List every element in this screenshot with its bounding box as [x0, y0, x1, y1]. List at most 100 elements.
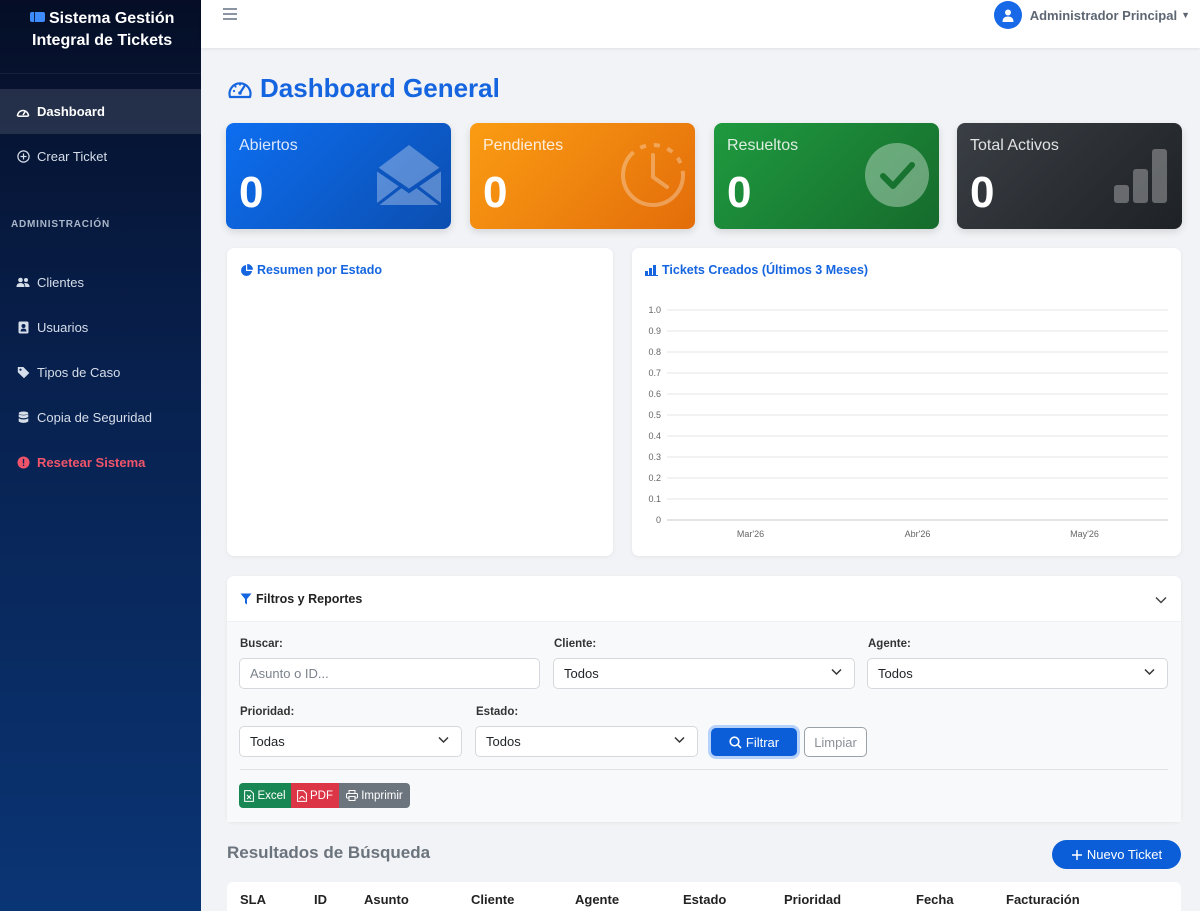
sidebar-item-label: Copia de Seguridad [37, 410, 152, 425]
sidebar-item-create-ticket[interactable]: Crear Ticket [0, 134, 201, 179]
sidebar-item-label: Tipos de Caso [37, 365, 121, 380]
column-header-asunto[interactable]: Asunto [364, 892, 409, 907]
stat-value: 0 [239, 168, 264, 217]
y-tick-label: 0.5 [648, 410, 661, 420]
stat-value: 0 [483, 168, 508, 217]
results-table-header: SLA ID Asunto Cliente Agente Estado Prio… [227, 882, 1181, 911]
search-icon [729, 735, 742, 749]
gauge-icon [228, 81, 252, 98]
user-card-icon [16, 321, 30, 335]
stat-label: Pendientes [483, 137, 564, 154]
tag-icon [16, 366, 30, 380]
sidebar: Sistema Gestión Integral de Tickets Dash… [0, 0, 201, 911]
stat-card-abiertos[interactable]: Abiertos 0 [226, 123, 451, 229]
user-name: Administrador Principal [1029, 7, 1178, 23]
bar-chart-icon [1106, 141, 1174, 214]
sidebar-item-dashboard[interactable]: Dashboard [0, 89, 201, 134]
alert-circle-icon [16, 456, 30, 470]
column-header-id[interactable]: ID [314, 892, 327, 907]
x-tick-label: Mar'26 [737, 529, 764, 539]
print-button[interactable]: Imprimir [339, 783, 410, 808]
y-tick-label: 0.4 [648, 431, 661, 441]
plus-icon [1071, 849, 1082, 860]
y-tick-label: 0.2 [648, 473, 661, 483]
filter-button[interactable]: Filtrar [711, 728, 797, 756]
check-circle-icon [863, 141, 931, 214]
brand-line2: Integral de Tickets [32, 32, 173, 49]
user-menu[interactable]: Administrador Principal ▼ [993, 1, 1190, 29]
database-icon [16, 411, 30, 425]
y-tick-label: 0.7 [648, 368, 661, 378]
page-title-text: Dashboard General [260, 73, 500, 103]
file-pdf-icon [297, 789, 307, 802]
menu-toggle-icon[interactable] [223, 8, 237, 20]
page-title: Dashboard General [227, 73, 500, 104]
sidebar-item-tipos-de-caso[interactable]: Tipos de Caso [0, 350, 201, 395]
chevron-down-icon[interactable] [1155, 591, 1167, 609]
clear-button[interactable]: Limpiar [804, 727, 867, 757]
chevron-down-icon [438, 736, 449, 744]
stat-value: 0 [970, 168, 995, 217]
status-summary-panel: Resumen por Estado [227, 248, 613, 556]
export-excel-button[interactable]: Excel [239, 783, 291, 808]
chevron-down-icon [674, 736, 685, 744]
export-pdf-button[interactable]: PDF [291, 783, 339, 808]
panel-title: Resumen por Estado [240, 263, 382, 277]
sidebar-item-copia-de-seguridad[interactable]: Copia de Seguridad [0, 395, 201, 440]
client-label: Cliente: [554, 638, 597, 650]
chevron-down-icon [1144, 668, 1155, 676]
results-title: Resultados de Búsqueda [227, 843, 431, 862]
stat-label: Total Activos [970, 137, 1059, 154]
client-select[interactable]: Todos [553, 658, 855, 689]
chevron-down-icon [831, 668, 842, 676]
search-input[interactable]: Asunto o ID... [239, 658, 540, 689]
stat-label: Abiertos [239, 137, 298, 154]
x-tick-label: Abr'26 [905, 529, 931, 539]
column-header-prioridad[interactable]: Prioridad [784, 892, 841, 907]
priority-select[interactable]: Todas [239, 726, 462, 757]
agent-select[interactable]: Todos [867, 658, 1168, 689]
column-header-facturacion[interactable]: Facturación [1006, 892, 1080, 907]
column-header-sla[interactable]: SLA [240, 892, 266, 907]
avatar-icon [993, 1, 1022, 29]
stat-card-pendientes[interactable]: Pendientes 0 [470, 123, 695, 229]
column-header-cliente[interactable]: Cliente [471, 892, 514, 907]
plus-circle-icon [16, 150, 30, 164]
x-tick-label: May'26 [1070, 529, 1099, 539]
stat-label: Resueltos [727, 137, 799, 154]
sidebar-item-clientes[interactable]: Clientes [0, 260, 201, 305]
y-tick-label: 1.0 [648, 305, 661, 315]
gauge-icon [16, 105, 30, 119]
sidebar-item-resetear-sistema[interactable]: Resetear Sistema [0, 440, 201, 485]
status-label: Estado: [476, 706, 519, 718]
sidebar-item-label: Usuarios [37, 320, 89, 335]
pie-chart-icon [241, 263, 253, 276]
column-header-agente[interactable]: Agente [575, 892, 619, 907]
new-ticket-button[interactable]: Nuevo Ticket [1052, 840, 1181, 869]
file-excel-icon [244, 789, 255, 802]
column-header-fecha[interactable]: Fecha [916, 892, 954, 907]
panel-title: Filtros y Reportes [240, 592, 362, 606]
brand-line1: Sistema Gestión [49, 10, 175, 27]
y-tick-label: 0 [656, 515, 661, 525]
y-tick-label: 0.8 [648, 347, 661, 357]
sidebar-item-label: Clientes [37, 275, 84, 290]
chevron-down-icon: ▼ [1181, 10, 1190, 20]
brand[interactable]: Sistema Gestión Integral de Tickets [0, 0, 201, 74]
stat-value: 0 [727, 168, 752, 217]
column-header-estado[interactable]: Estado [683, 892, 726, 907]
filter-icon [240, 593, 252, 605]
stat-card-total-activos[interactable]: Total Activos 0 [957, 123, 1182, 229]
divider [240, 769, 1168, 770]
filters-header[interactable]: Filtros y Reportes [227, 576, 1181, 622]
tickets-line-chart: 0 0.1 0.2 0.3 0.4 0.5 0.6 0.7 0.8 0.9 1.0 Mar'26 Abr… [648, 305, 1168, 539]
y-tick-label: 0.3 [648, 452, 661, 462]
tickets-chart-panel: Tickets Creados (Últimos 3 Meses) 0 0.1 0.… [632, 248, 1181, 556]
status-select[interactable]: Todos [475, 726, 698, 757]
topbar: Administrador Principal ▼ [201, 0, 1200, 48]
y-tick-label: 0.9 [648, 326, 661, 336]
sidebar-item-usuarios[interactable]: Usuarios [0, 305, 201, 350]
search-label: Buscar: [240, 638, 283, 650]
ticket-icon [30, 12, 45, 22]
stat-card-resueltos[interactable]: Resueltos 0 [714, 123, 939, 229]
